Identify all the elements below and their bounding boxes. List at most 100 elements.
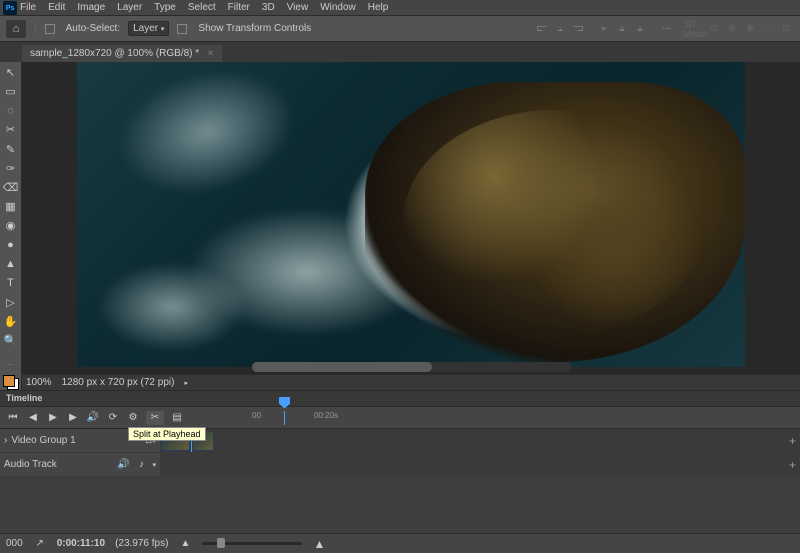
menu-file[interactable]: File <box>20 2 36 13</box>
auto-select-label: Auto-Select: <box>66 23 120 34</box>
menu-filter[interactable]: Filter <box>228 2 250 13</box>
video-track-label: Video Group 1 <box>11 435 75 446</box>
show-transform-checkbox[interactable] <box>177 24 187 34</box>
menu-type[interactable]: Type <box>154 2 176 13</box>
mute-button[interactable]: 🔊 <box>86 411 100 425</box>
menu-edit[interactable]: Edit <box>48 2 65 13</box>
frame-counter: 000 <box>6 538 23 549</box>
horizontal-scrollbar[interactable] <box>252 362 572 372</box>
slide-3d-icon: ⇔ <box>760 21 776 37</box>
eraser-tool[interactable]: ⌫ <box>2 179 20 196</box>
video-track[interactable]: Split at Playhead + <box>160 429 800 452</box>
zoom-in-icon[interactable]: ▲ <box>312 537 326 551</box>
distribute-icon[interactable]: ⋯ <box>658 21 674 37</box>
ruler-mark-0: 00 <box>252 411 261 420</box>
zoom-out-icon[interactable]: ▲ <box>178 537 192 551</box>
menu-window[interactable]: Window <box>320 2 356 13</box>
audio-track-label: Audio Track <box>4 459 57 470</box>
menu-select[interactable]: Select <box>188 2 216 13</box>
prev-frame-button[interactable]: ◀ <box>26 411 40 425</box>
foreground-color[interactable] <box>3 375 15 387</box>
document-tab[interactable]: sample_1280x720 @ 100% (RGB/8) * × <box>22 45 222 62</box>
dodge-tool[interactable]: ● <box>2 236 20 253</box>
split-button[interactable]: ✂ <box>146 411 164 425</box>
status-bar: 100% 1280 px x 720 px (72 ppi) ▸ <box>22 374 800 390</box>
crop-tool[interactable]: ✂ <box>2 121 20 138</box>
play-button[interactable]: ▶ <box>46 411 60 425</box>
move-tool[interactable]: ↖ <box>2 64 20 81</box>
options-bar: ⌂ | Auto-Select: Layer ▾ Show Transform … <box>0 16 800 42</box>
fps-display: (23.976 fps) <box>115 538 168 549</box>
app-logo: Ps <box>3 1 17 15</box>
brush-tool[interactable]: ✑ <box>2 160 20 177</box>
menu-help[interactable]: Help <box>368 2 389 13</box>
zoom-slider-thumb[interactable] <box>217 538 225 548</box>
current-time[interactable]: 0:00:11:10 <box>57 538 105 549</box>
align-center-v-icon[interactable]: ⫨ <box>614 21 630 37</box>
align-top-icon[interactable]: ⫟ <box>596 21 612 37</box>
mode-3d-label: 3D Mode: <box>688 21 704 37</box>
split-tooltip: Split at Playhead <box>128 427 206 441</box>
blur-tool[interactable]: ◉ <box>2 217 20 234</box>
auto-select-dropdown[interactable]: Layer ▾ <box>128 21 169 36</box>
path-tool[interactable]: ▷ <box>2 294 20 311</box>
zoom-3d-icon: ⊡ <box>778 21 794 37</box>
first-frame-button[interactable]: ⏮ <box>6 411 20 425</box>
orbit-3d-icon: ⊙ <box>706 21 722 37</box>
transition-button[interactable]: ▤ <box>170 411 184 425</box>
add-audio-button[interactable]: + <box>789 458 796 472</box>
document-tabs: sample_1280x720 @ 100% (RGB/8) * × <box>0 42 800 62</box>
menu-3d[interactable]: 3D <box>262 2 275 13</box>
type-tool[interactable]: T <box>2 275 20 292</box>
audio-track[interactable]: + <box>160 453 800 476</box>
gradient-tool[interactable]: ▦ <box>2 198 20 215</box>
expand-arrow-icon[interactable]: › <box>4 435 7 446</box>
timeline-controls: ⏮ ◀ ▶ ▶ 🔊 ⟳ ⚙ ✂ ▤ 00 00:20s <box>0 407 800 429</box>
workspace: ↖ ▭ ◌ ✂ ✎ ✑ ⌫ ▦ ◉ ● ▲ T ▷ ✋ 🔍 ⋯ 100 <box>0 62 800 390</box>
audio-track-row: Audio Track 🔊 ♪ ▾ + <box>0 453 800 477</box>
audio-note-icon[interactable]: ♪ <box>134 458 148 472</box>
video-track-row: › Video Group 1 ⊟▾ Split at Playhead + <box>0 429 800 453</box>
zoom-level[interactable]: 100% <box>26 377 52 388</box>
align-center-h-icon[interactable]: ⫠ <box>552 21 568 37</box>
menu-view[interactable]: View <box>287 2 309 13</box>
timeline-empty-area <box>0 477 800 533</box>
close-tab-button[interactable]: × <box>208 48 214 59</box>
next-frame-button[interactable]: ▶ <box>66 411 80 425</box>
timeline-ruler[interactable]: 00 00:20s <box>252 411 794 425</box>
color-swatch[interactable] <box>3 375 19 390</box>
menu-bar: File Edit Image Layer Type Select Filter… <box>0 0 800 16</box>
menu-image[interactable]: Image <box>77 2 105 13</box>
home-button[interactable]: ⌂ <box>6 20 26 38</box>
timeline-zoom-slider[interactable] <box>202 542 302 545</box>
tools-panel: ↖ ▭ ◌ ✂ ✎ ✑ ⌫ ▦ ◉ ● ▲ T ▷ ✋ 🔍 ⋯ <box>0 62 22 390</box>
pan-3d-icon: ✥ <box>742 21 758 37</box>
pen-tool[interactable]: ▲ <box>2 255 20 272</box>
align-left-icon[interactable]: ⫍ <box>534 21 550 37</box>
loop-button[interactable]: ⟳ <box>106 411 120 425</box>
render-button[interactable]: ↗ <box>33 537 47 551</box>
document-canvas[interactable] <box>77 62 745 367</box>
menu-layer[interactable]: Layer <box>117 2 142 13</box>
status-arrow-icon[interactable]: ▸ <box>184 379 188 387</box>
settings-button[interactable]: ⚙ <box>126 411 140 425</box>
align-right-icon[interactable]: ⫎ <box>570 21 586 37</box>
timeline-title: Timeline <box>0 391 800 407</box>
auto-select-checkbox[interactable] <box>45 24 55 34</box>
canvas-area[interactable]: 100% 1280 px x 720 px (72 ppi) ▸ <box>22 62 800 390</box>
hand-tool[interactable]: ✋ <box>2 313 20 330</box>
audio-track-header[interactable]: Audio Track 🔊 ♪ ▾ <box>0 453 160 476</box>
scrollbar-thumb[interactable] <box>252 362 432 372</box>
marquee-tool[interactable]: ▭ <box>2 83 20 100</box>
audio-mute-button[interactable]: 🔊 <box>116 458 130 472</box>
eyedropper-tool[interactable]: ✎ <box>2 141 20 158</box>
timeline-panel: Timeline ⏮ ◀ ▶ ▶ 🔊 ⟳ ⚙ ✂ ▤ 00 00:20s › V… <box>0 390 800 553</box>
ruler-mark-1: 00:20s <box>314 411 338 420</box>
lasso-tool[interactable]: ◌ <box>2 102 20 119</box>
zoom-tool[interactable]: 🔍 <box>2 332 20 349</box>
document-info[interactable]: 1280 px x 720 px (72 ppi) <box>62 377 175 388</box>
playhead[interactable] <box>284 411 285 425</box>
add-video-button[interactable]: + <box>789 434 796 448</box>
align-bottom-icon[interactable]: ⫨ <box>632 21 648 37</box>
playhead-head-icon[interactable] <box>279 397 290 409</box>
